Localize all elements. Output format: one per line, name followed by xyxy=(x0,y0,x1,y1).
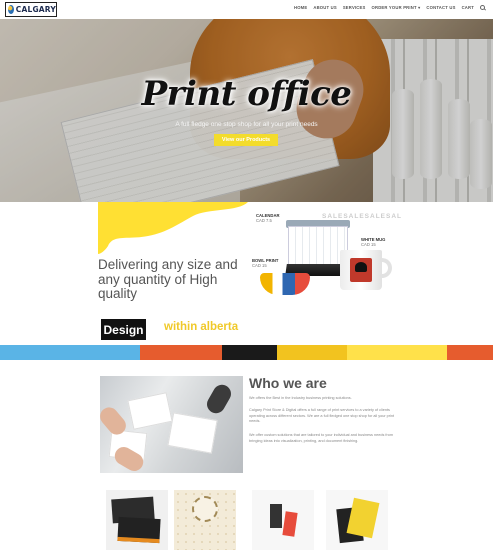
flyer-product[interactable] xyxy=(326,490,388,550)
view-products-button[interactable]: View our Products xyxy=(214,134,278,146)
product-label-calendar[interactable]: CALENDAR CAD 7.5 xyxy=(256,213,280,223)
within-alberta-text: within alberta xyxy=(164,321,239,333)
band-segment xyxy=(0,345,140,360)
hero-title: Print office xyxy=(141,74,352,114)
nav-order-your-print[interactable]: ORDER YOUR PRINT ▾ xyxy=(372,5,421,10)
band-segment xyxy=(347,345,447,360)
nav-contact-us[interactable]: CONTACT US xyxy=(426,5,455,10)
about-paragraph-3: We offer custom solutions that are tailo… xyxy=(249,433,394,443)
logo-text: CALGARY xyxy=(15,5,56,14)
nav-services[interactable]: SERVICES xyxy=(343,5,366,10)
delivering-heading: Delivering any size and any quantity of … xyxy=(98,257,238,301)
product-label-white-mug[interactable]: WHITE MUG CAD 15 xyxy=(361,237,385,247)
hero-subtitle: A full fledge one stop shop for all your… xyxy=(175,121,318,128)
who-we-are-title: Who we are xyxy=(249,375,327,391)
nav-about-us[interactable]: ABOUT US xyxy=(313,5,336,10)
mug-print-graphic xyxy=(350,258,372,282)
logo-icon xyxy=(8,5,14,14)
who-we-are-image xyxy=(100,376,243,473)
band-segment xyxy=(277,345,347,360)
product-price: CAD 15 xyxy=(361,242,376,247)
sale-marquee: SALESALESALESAL xyxy=(322,213,403,220)
design-badge: Design xyxy=(101,319,146,340)
nav-cart[interactable]: CART xyxy=(462,5,474,10)
mug-handle xyxy=(380,258,392,278)
business-card-product[interactable] xyxy=(106,490,168,550)
main-nav: HOME ABOUT US SERVICES ORDER YOUR PRINT … xyxy=(294,5,485,10)
band-segment xyxy=(140,345,222,360)
about-paragraph-1: We offers the Best in the Industry busin… xyxy=(249,396,352,400)
product-price: CAD 15 xyxy=(252,263,267,268)
nav-home[interactable]: HOME xyxy=(294,5,307,10)
sleeve-image xyxy=(203,381,235,417)
product-label-bowl-print[interactable]: BOWL PRINT CAD 15 xyxy=(252,258,278,268)
site-header: CALGARY HOME ABOUT US SERVICES ORDER YOU… xyxy=(0,0,493,19)
yellow-blob-shape xyxy=(98,202,248,254)
site-logo[interactable]: CALGARY xyxy=(5,2,57,17)
about-paragraph-2: Calgary Print Store & Digital offers a f… xyxy=(249,408,395,423)
search-icon[interactable] xyxy=(480,5,485,10)
bowl-product-image[interactable] xyxy=(260,273,310,295)
hero-banner: Print office A full fledge one stop shop… xyxy=(0,19,493,202)
logo-pattern-product[interactable] xyxy=(174,490,236,550)
circle-logo-graphic xyxy=(192,496,218,522)
hang-tag-product[interactable] xyxy=(252,490,314,550)
product-price: CAD 7.5 xyxy=(256,218,272,223)
band-segment xyxy=(222,345,277,360)
band-segment xyxy=(447,345,493,360)
color-band xyxy=(0,345,493,360)
